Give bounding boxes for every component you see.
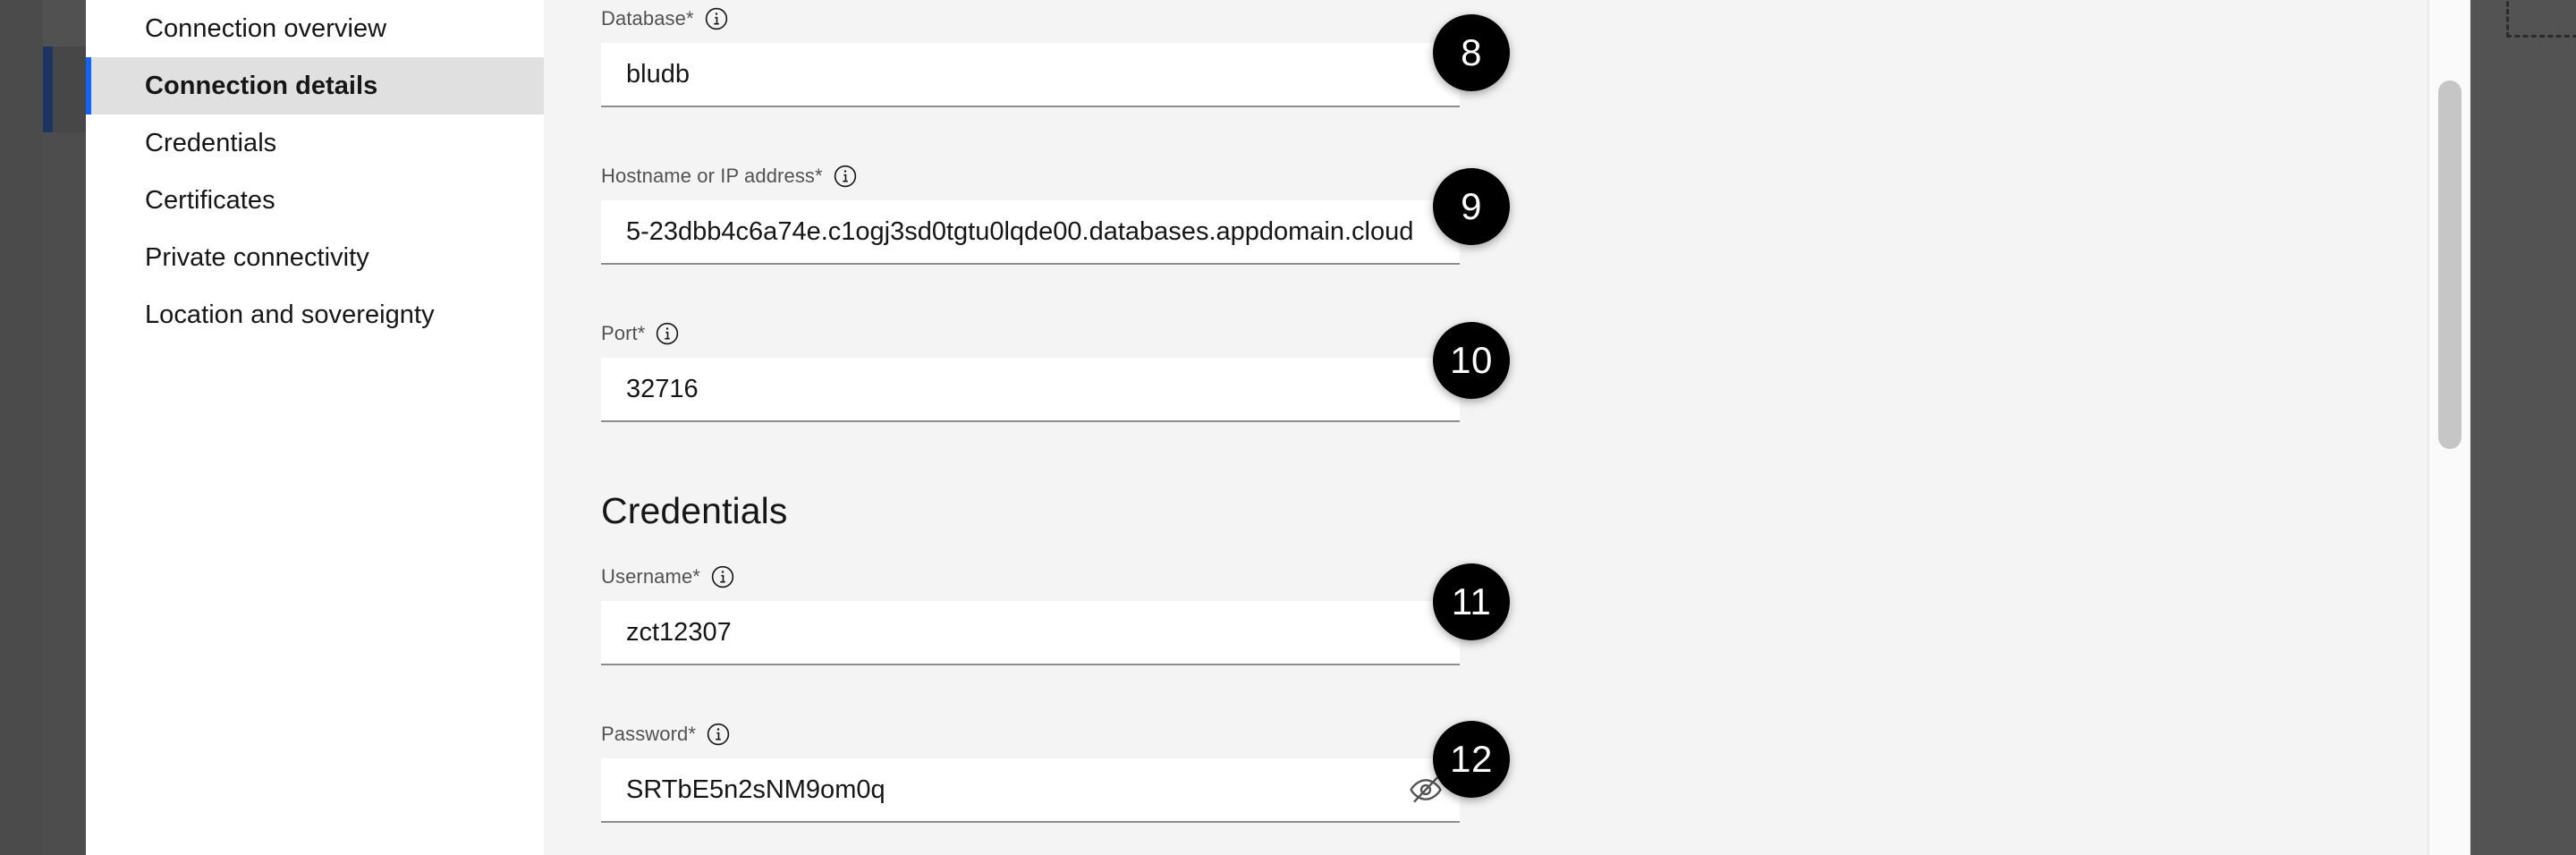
information-icon[interactable] — [834, 165, 857, 188]
step-badge-11: 11 — [1433, 563, 1510, 640]
selected-accent-bar — [86, 57, 91, 114]
username-label-row: Username* — [601, 565, 1460, 588]
username-label: Username* — [601, 565, 700, 588]
vertical-scrollbar-thumb[interactable] — [2438, 80, 2462, 449]
sidebar-item-label: Connection overview — [145, 13, 387, 43]
field-group-password: Password* SRTbE5n2sNM9om0q — [601, 723, 1460, 823]
left-backdrop-tile-top — [43, 0, 86, 47]
sidebar-item-connection-details[interactable]: Connection details — [86, 57, 544, 114]
field-group-username: Username* zct12307 — [601, 565, 1460, 665]
left-backdrop-accent-bar — [43, 47, 53, 132]
step-badge-10: 10 — [1433, 322, 1510, 399]
sidebar-item-location-and-sovereignty[interactable]: Location and sovereignty — [86, 286, 544, 343]
right-backdrop — [2470, 0, 2576, 855]
section-nav-list: Connection overview Connection details C… — [86, 0, 544, 343]
password-label-row: Password* — [601, 723, 1460, 746]
sidebar-item-private-connectivity[interactable]: Private connectivity — [86, 229, 544, 286]
step-badge-8: 8 — [1433, 14, 1510, 91]
hostname-label-row: Hostname or IP address* — [601, 165, 1460, 188]
database-label: Database* — [601, 7, 694, 30]
sidebar-item-label: Connection details — [145, 71, 378, 100]
field-group-database: Database* bludb — [601, 7, 1460, 107]
sidebar-item-label: Private connectivity — [145, 242, 369, 272]
port-input[interactable]: 32716 — [601, 358, 1460, 422]
connection-details-form-panel: Database* bludb Hostname or IP address* … — [544, 0, 2469, 855]
hostname-input[interactable]: 5-23dbb4c6a74e.c1ogj3sd0tgtu0lqde00.data… — [601, 200, 1460, 265]
sidebar-item-credentials[interactable]: Credentials — [86, 114, 544, 172]
hostname-value: 5-23dbb4c6a74e.c1ogj3sd0tgtu0lqde00.data… — [626, 216, 1414, 246]
screen-root: Connection overview Connection details C… — [0, 0, 2576, 855]
credentials-section-heading: Credentials — [601, 490, 788, 531]
username-input[interactable]: zct12307 — [601, 601, 1460, 665]
information-icon[interactable] — [711, 565, 734, 588]
database-input[interactable]: bludb — [601, 43, 1460, 107]
left-backdrop — [0, 0, 86, 855]
password-value: SRTbE5n2sNM9om0q — [626, 775, 886, 804]
step-badge-12: 12 — [1433, 721, 1510, 798]
dashed-focus-outline — [2506, 0, 2576, 38]
password-label: Password* — [601, 723, 697, 745]
sidebar-item-certificates[interactable]: Certificates — [86, 172, 544, 229]
vertical-scrollbar-track[interactable] — [2428, 0, 2469, 855]
left-backdrop-strip — [0, 0, 43, 855]
hostname-label: Hostname or IP address* — [601, 165, 823, 187]
section-nav-panel: Connection overview Connection details C… — [86, 0, 544, 855]
information-icon[interactable] — [707, 723, 730, 746]
sidebar-item-label: Certificates — [145, 185, 275, 215]
username-value: zct12307 — [626, 617, 732, 647]
information-icon[interactable] — [705, 7, 728, 30]
port-label-row: Port* — [601, 322, 1460, 345]
sidebar-item-label: Location and sovereignty — [145, 300, 435, 329]
step-badge-9: 9 — [1433, 168, 1510, 245]
database-value: bludb — [626, 59, 690, 89]
field-group-hostname: Hostname or IP address* 5-23dbb4c6a74e.c… — [601, 165, 1460, 265]
database-label-row: Database* — [601, 7, 1460, 30]
port-label: Port* — [601, 322, 646, 344]
sidebar-item-label: Credentials — [145, 128, 277, 157]
sidebar-item-connection-overview[interactable]: Connection overview — [86, 0, 544, 57]
field-group-port: Port* 32716 — [601, 322, 1460, 422]
password-input[interactable]: SRTbE5n2sNM9om0q — [601, 758, 1460, 823]
port-value: 32716 — [626, 374, 699, 403]
information-icon[interactable] — [656, 322, 679, 345]
